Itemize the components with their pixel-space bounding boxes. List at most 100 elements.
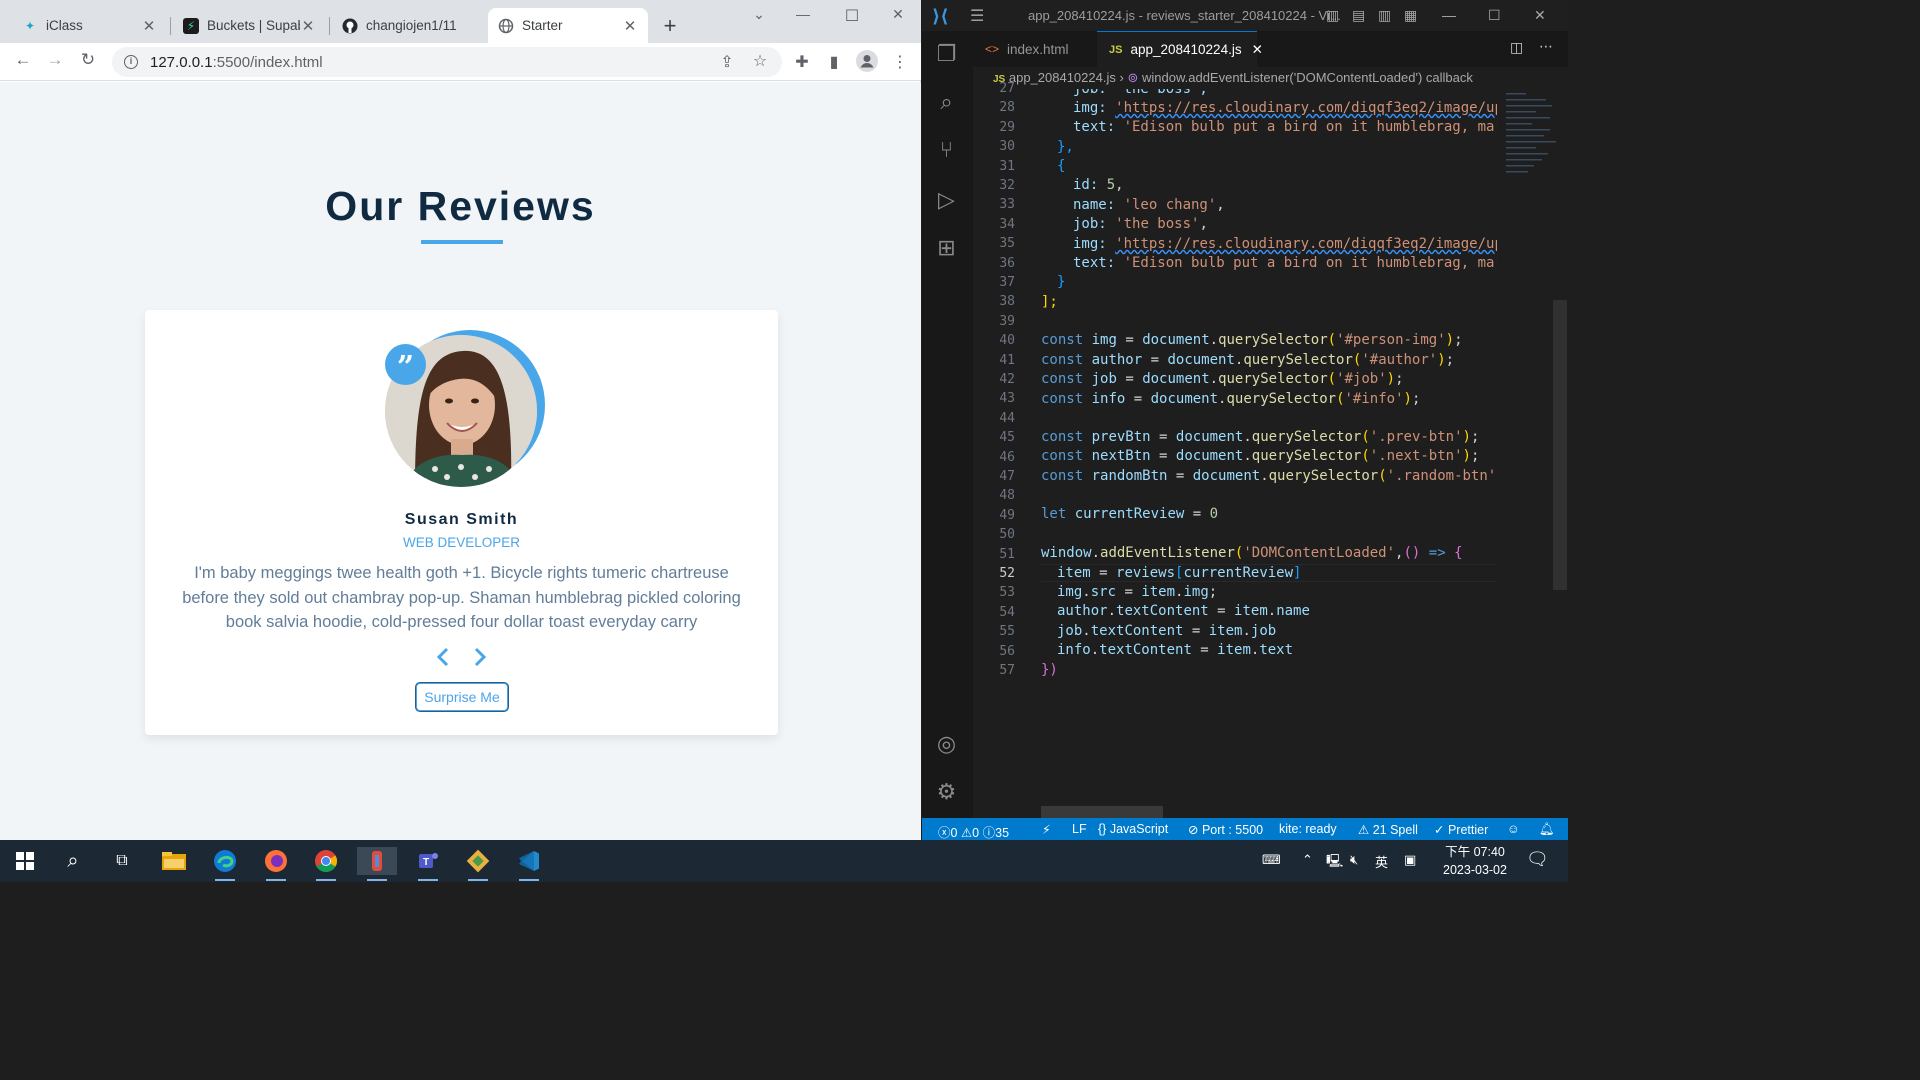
edge-icon[interactable] (205, 847, 245, 881)
browser-tab-iclass[interactable]: ✦ iClass ✕ (12, 8, 167, 43)
browser-toolbar: ← → ↻ i 127.0.0.1:5500/index.html ⇪ ☆ ✚ … (0, 43, 921, 81)
spell-label: 21 Spell (1372, 823, 1418, 837)
problems-status[interactable]: ⓧ0 ⚠0 ⓘ35 (938, 822, 1009, 841)
share-icon[interactable]: ⇪ (716, 52, 738, 72)
ime-indicator[interactable]: 英 (1375, 852, 1388, 871)
more-actions-icon[interactable]: ⋯ (1539, 38, 1553, 55)
close-tab-icon[interactable]: ✕ (300, 17, 316, 35)
editor-tabs: <> index.html JS app_208410224.js ✕ ◫ ⋯ (973, 31, 1568, 67)
search-icon[interactable]: ⌕ (53, 847, 93, 875)
breadcrumb-file[interactable]: app_208410224.js (1009, 70, 1116, 85)
profile-avatar-icon[interactable] (856, 50, 878, 77)
site-info-icon[interactable]: i (124, 55, 138, 69)
network-icon[interactable]: 🖳︎ (1326, 852, 1343, 874)
feedback-icon[interactable]: ☺ (1507, 822, 1520, 836)
extensions-icon[interactable]: ⊞ (922, 235, 971, 261)
code-editor[interactable]: job: 'the boss', img: 'https://res.cloud… (1041, 89, 1497, 818)
close-tab-icon[interactable]: ✕ (1252, 42, 1263, 58)
language-mode[interactable]: {} JavaScript (1098, 822, 1168, 836)
browser-tab-starter[interactable]: Starter ✕ (488, 8, 648, 43)
file-explorer-icon[interactable] (154, 847, 194, 875)
port-label: Port : 5500 (1201, 823, 1264, 837)
code-text: ]; (1041, 294, 1058, 310)
input-method-icon[interactable]: ▣ (1404, 852, 1416, 868)
code-string: '.prev-btn' (1369, 429, 1463, 445)
source-control-icon[interactable]: ⑂ (922, 137, 971, 163)
start-icon[interactable] (5, 847, 45, 875)
code-variable: nextBtn (1091, 448, 1151, 464)
prev-button[interactable] (432, 646, 454, 675)
browser-tab-github[interactable]: changiojen1/11 (332, 8, 484, 43)
code-keyword: const (1041, 352, 1084, 368)
notifications-bell-icon[interactable]: 🔔︎ (1539, 822, 1555, 837)
close-window-button[interactable]: ✕ (1534, 7, 1546, 24)
chrome-icon[interactable] (306, 847, 346, 881)
back-icon[interactable]: ← (10, 50, 36, 70)
menu-icon[interactable]: ☰ (970, 6, 984, 26)
horizontal-scrollbar[interactable] (1041, 806, 1163, 818)
kite-status[interactable]: kite: ready (1279, 822, 1337, 836)
supabase-icon: ⚡ (183, 17, 199, 34)
toggle-secondary-sidebar-icon[interactable]: ▥ (1378, 7, 1391, 24)
accounts-icon[interactable]: ◎ (922, 731, 971, 757)
task-view-icon[interactable]: ⧉ (102, 847, 142, 875)
app-icon[interactable] (357, 847, 397, 881)
teams-icon[interactable]: T (408, 847, 448, 881)
bookmark-star-icon[interactable]: ☆ (749, 51, 771, 71)
close-tab-icon[interactable]: ✕ (141, 17, 157, 35)
customize-layout-icon[interactable]: ▦ (1404, 7, 1417, 24)
explorer-icon[interactable]: ❐ (922, 41, 971, 67)
vertical-scrollbar[interactable] (1553, 300, 1567, 590)
forward-icon[interactable]: → (42, 50, 68, 70)
show-hidden-icons-icon[interactable]: ⌃ (1302, 852, 1313, 868)
notification-center-icon[interactable]: 🗨︎ (1526, 849, 1549, 870)
side-panel-icon[interactable]: ▮ (823, 52, 845, 72)
clock[interactable]: 下午 07:40 2023-03-02 (1425, 843, 1525, 879)
line-number: 32 (999, 178, 1015, 193)
split-editor-icon[interactable]: ◫ (1510, 39, 1523, 56)
run-debug-icon[interactable]: ▷ (922, 187, 971, 213)
touch-keyboard-icon[interactable]: ⌨ (1262, 852, 1281, 868)
breadcrumb-symbol[interactable]: window.addEventListener('DOMContentLoade… (1142, 70, 1473, 85)
code-key: job: (1073, 216, 1116, 232)
language-label: JavaScript (1109, 822, 1169, 836)
line-number: 42 (999, 372, 1015, 387)
maximize-button[interactable]: ☐ (837, 6, 867, 26)
code-variable: window (1041, 545, 1092, 561)
settings-gear-icon[interactable]: ⚙ (922, 779, 971, 805)
browser-menu-icon[interactable]: ⋮ (889, 52, 911, 72)
live-server-status[interactable]: ⊘ Port : 5500 (1188, 822, 1263, 837)
close-window-button[interactable]: ✕ (883, 6, 913, 23)
minimize-button[interactable]: — (1442, 7, 1456, 23)
browser-tab-supabase[interactable]: ⚡ Buckets | Supabase ✕ (173, 8, 326, 43)
prettier-status[interactable]: ✓ Prettier (1434, 822, 1488, 837)
surprise-me-button[interactable]: Surprise Me (416, 683, 508, 711)
code-variable: document (1142, 332, 1210, 348)
code-variable: document (1175, 429, 1244, 445)
tab-search-icon[interactable]: ⌄ (744, 6, 774, 23)
code-string: '#person-img' (1336, 332, 1446, 348)
address-bar[interactable]: i 127.0.0.1:5500/index.html ⇪ ☆ (112, 47, 782, 77)
firefox-icon[interactable] (256, 847, 296, 881)
next-button[interactable] (469, 646, 491, 675)
warning-icon: ⚠ (960, 826, 973, 840)
search-icon[interactable]: ⌕ (922, 89, 971, 115)
extensions-icon[interactable]: ✚ (791, 52, 813, 72)
volume-muted-icon[interactable]: 🔇︎ (1350, 852, 1358, 868)
code-function: querySelector (1218, 371, 1328, 387)
new-tab-button[interactable]: + (658, 13, 682, 39)
spell-status[interactable]: ⚠ 21 Spell (1358, 822, 1418, 837)
globe-icon (498, 18, 514, 34)
git-icon[interactable] (458, 847, 498, 881)
toggle-sidebar-icon[interactable]: ▥ (1326, 7, 1339, 24)
editor-tab-app-js[interactable]: JS app_208410224.js ✕ (1097, 31, 1263, 67)
close-tab-icon[interactable]: ✕ (622, 17, 638, 35)
vscode-icon[interactable] (509, 847, 549, 881)
reload-icon[interactable]: ↻ (75, 50, 101, 70)
eol-status[interactable]: LF (1072, 822, 1087, 836)
maximize-button[interactable]: ☐ (1488, 7, 1501, 24)
lightning-icon[interactable]: ⚡ (1042, 822, 1051, 837)
minimize-button[interactable]: — (788, 6, 818, 22)
toggle-panel-icon[interactable]: ▤ (1352, 7, 1365, 24)
editor-tab-index-html[interactable]: <> index.html (973, 31, 1094, 67)
